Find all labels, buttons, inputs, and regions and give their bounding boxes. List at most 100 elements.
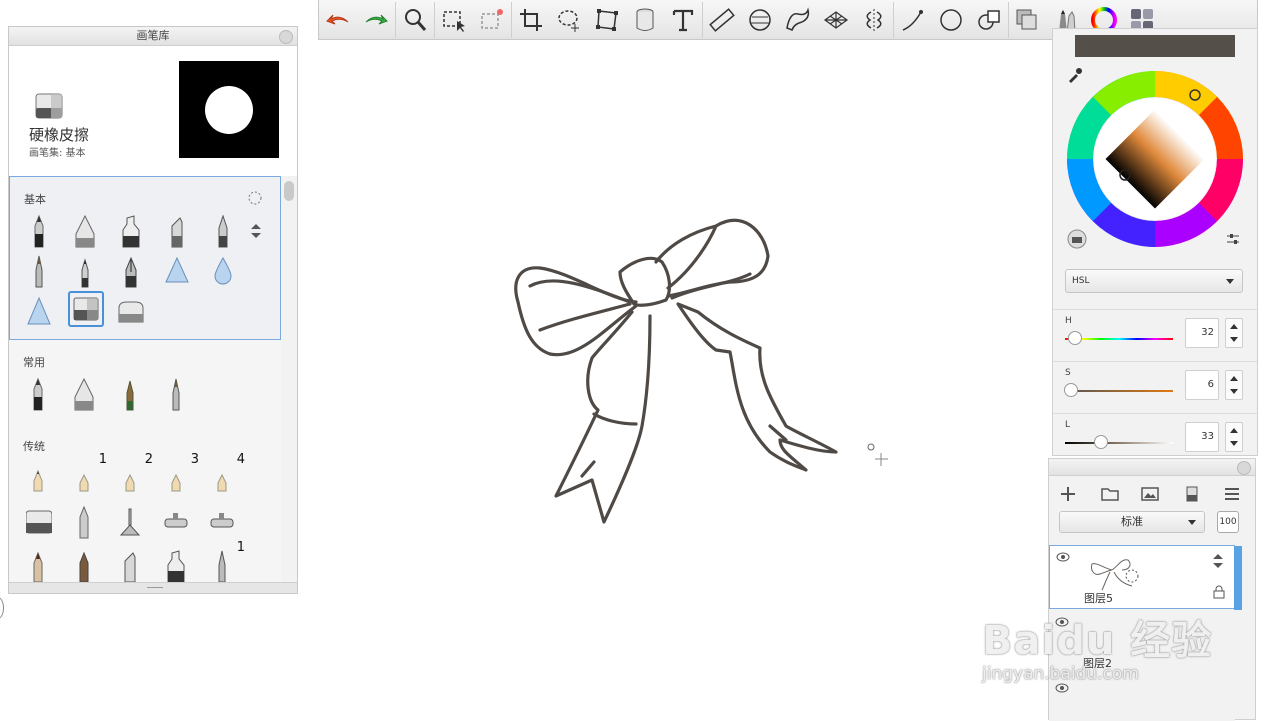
eye-icon[interactable]	[1055, 683, 1069, 693]
ink-brush[interactable]	[23, 548, 53, 584]
ballpoint-brush[interactable]	[208, 213, 238, 249]
brush-badge: 4	[236, 452, 245, 467]
panel-collapse-button[interactable]	[279, 30, 293, 44]
hue-slider-knob[interactable]	[1067, 331, 1082, 345]
shape-icon[interactable]	[932, 2, 970, 38]
ellipse-guide-icon[interactable]	[741, 2, 779, 38]
hue-value-input[interactable]: 32	[1185, 318, 1219, 348]
transform-icon[interactable]	[588, 2, 626, 38]
traditional-pencil-brush[interactable]: 3	[161, 452, 199, 496]
paintbrush-brush[interactable]	[161, 376, 191, 412]
lightness-slider-knob[interactable]	[1093, 435, 1108, 449]
drawing-canvas[interactable]	[300, 40, 1050, 720]
pen-brush[interactable]	[69, 376, 99, 412]
color-wheel[interactable]	[1065, 69, 1245, 249]
folder-icon[interactable]	[1099, 483, 1121, 505]
brush-section-traditional[interactable]: 传统 1 2 3 4 1	[9, 424, 281, 584]
stepper-down-icon[interactable]	[1230, 441, 1238, 446]
fill-icon[interactable]	[626, 2, 664, 38]
oil-brush[interactable]	[115, 376, 145, 412]
layer-opacity-button[interactable]: 100	[1217, 511, 1239, 533]
eye-icon[interactable]	[1056, 552, 1070, 562]
edge-handle[interactable]	[0, 597, 4, 619]
airbrush-cone-brush[interactable]	[162, 253, 192, 289]
pen-brush[interactable]	[70, 213, 100, 249]
paintbrush-brush[interactable]	[24, 253, 54, 289]
lasso-icon[interactable]	[550, 2, 588, 38]
water-drop-brush[interactable]	[208, 253, 238, 289]
traditional-pencil-brush[interactable]: 4	[207, 452, 245, 496]
color-model-dropdown[interactable]: HSL	[1065, 269, 1243, 293]
add-layer-icon[interactable]	[1057, 483, 1079, 505]
text-icon[interactable]	[664, 2, 702, 38]
brush-section-favorites[interactable]: 常用	[9, 340, 281, 425]
layers-icon[interactable]	[1009, 2, 1047, 38]
chisel-marker-brush[interactable]	[162, 213, 192, 249]
traditional-pencil-brush[interactable]: 2	[115, 452, 153, 496]
saturation-stepper[interactable]	[1225, 370, 1243, 400]
oil-paint-brush[interactable]	[69, 548, 99, 584]
ruler-icon[interactable]	[703, 2, 741, 38]
pencil-brush[interactable]	[24, 213, 54, 249]
copy-icon[interactable]	[970, 2, 1008, 38]
pencil-brush[interactable]	[23, 376, 53, 412]
lightness-label: L	[1065, 420, 1071, 430]
layer-item[interactable]: 图层5	[1049, 545, 1242, 610]
lock-icon[interactable]	[1213, 585, 1225, 599]
stepper-up-icon[interactable]	[1230, 324, 1238, 329]
blend-mode-dropdown[interactable]: 标准	[1059, 511, 1205, 533]
smudge-cone-brush[interactable]	[24, 293, 54, 329]
fine-liner-brush[interactable]	[115, 504, 145, 540]
panel-collapse-button[interactable]	[1237, 461, 1251, 475]
stepper-down-icon[interactable]	[1230, 389, 1238, 394]
select-icon[interactable]	[435, 2, 473, 38]
airbrush-brush[interactable]	[161, 504, 191, 540]
nib-pen-brush[interactable]	[116, 253, 146, 289]
soft-eraser-brush[interactable]	[116, 293, 146, 329]
sliders-settings-icon[interactable]	[1225, 231, 1241, 247]
brush-section-basic[interactable]: 基本	[9, 176, 281, 340]
current-color-swatch[interactable]	[1075, 35, 1235, 57]
scrollbar-thumb[interactable]	[284, 181, 294, 201]
lightness-value-input[interactable]: 33	[1185, 422, 1219, 452]
french-curve-icon[interactable]	[779, 2, 817, 38]
stepper-down-icon[interactable]	[1230, 337, 1238, 342]
sort-arrows-icon[interactable]	[250, 223, 262, 239]
crop-icon[interactable]	[512, 2, 550, 38]
saturation-value-input[interactable]: 6	[1185, 370, 1219, 400]
hard-eraser-brush[interactable]	[68, 291, 104, 327]
select-add-icon[interactable]	[473, 2, 511, 38]
chisel-brush[interactable]	[115, 548, 145, 584]
panel-resize-handle[interactable]	[9, 582, 297, 593]
hue-stepper[interactable]	[1225, 318, 1243, 348]
brush-list-scrollbar[interactable]	[284, 179, 294, 585]
dotted-circle-icon[interactable]	[248, 191, 262, 205]
symmetry-icon[interactable]	[855, 2, 893, 38]
layer-opacity-bar[interactable]	[1234, 546, 1242, 610]
stepper-up-icon[interactable]	[1230, 376, 1238, 381]
technical-pen-brush[interactable]	[69, 504, 99, 540]
traditional-pencil-brush[interactable]	[23, 460, 53, 496]
paintbrush-brush[interactable]: 1	[207, 540, 245, 584]
saturation-track[interactable]	[1065, 390, 1173, 392]
traditional-pencil-brush[interactable]: 1	[69, 452, 107, 496]
redo-icon[interactable]	[357, 2, 395, 38]
lightness-track[interactable]	[1065, 442, 1173, 444]
traditional-eraser-brush[interactable]	[23, 504, 55, 540]
perspective-icon[interactable]	[817, 2, 855, 38]
sort-arrows-icon[interactable]	[1211, 553, 1225, 569]
menu-icon[interactable]	[1221, 483, 1243, 505]
stroke-icon[interactable]	[894, 2, 932, 38]
marker-brush[interactable]	[161, 548, 191, 584]
undo-icon[interactable]	[319, 2, 357, 38]
stepper-up-icon[interactable]	[1230, 428, 1238, 433]
color-puck-icon[interactable]	[1067, 229, 1087, 249]
image-icon[interactable]	[1139, 483, 1161, 505]
zoom-icon[interactable]	[396, 2, 434, 38]
marker-brush[interactable]	[116, 213, 146, 249]
eraser-layer-icon[interactable]	[1181, 483, 1203, 505]
lightness-stepper[interactable]	[1225, 422, 1243, 452]
felt-tip-brush[interactable]	[70, 253, 100, 289]
saturation-slider-knob[interactable]	[1064, 383, 1079, 397]
airbrush-brush[interactable]	[207, 504, 237, 540]
